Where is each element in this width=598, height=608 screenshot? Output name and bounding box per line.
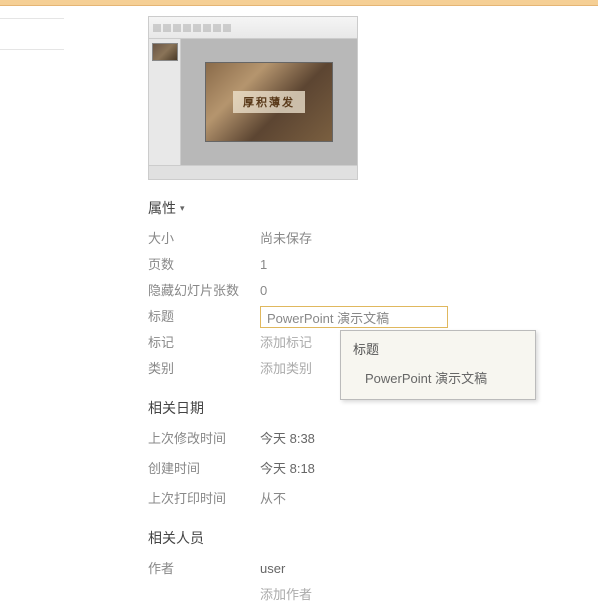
properties-panel: 厚积薄发 属性 ▾ 大小 尚未保存 页数 1 隐藏幻灯片张数 0 标题 标记 添… <box>0 6 598 608</box>
author-value: user <box>260 556 285 582</box>
created-value: 今天 8:18 <box>260 456 315 482</box>
related-dates-section-header: 相关日期 <box>148 398 598 418</box>
size-label: 大小 <box>148 226 260 252</box>
pages-label: 页数 <box>148 252 260 278</box>
thumbnail-slide-text: 厚积薄发 <box>233 91 305 113</box>
related-people-section-header: 相关人员 <box>148 528 598 548</box>
modified-label: 上次修改时间 <box>148 426 260 452</box>
chevron-down-icon: ▾ <box>180 203 185 214</box>
title-input[interactable] <box>260 306 448 328</box>
left-nav-separator <box>0 18 64 80</box>
size-value: 尚未保存 <box>260 226 312 252</box>
category-label: 类别 <box>148 356 260 382</box>
title-tooltip: 标题 PowerPoint 演示文稿 <box>340 330 536 400</box>
tooltip-title-label: 标题 <box>353 339 523 358</box>
thumbnail-slide-area: 厚积薄发 <box>181 39 357 165</box>
author-label: 作者 <box>148 556 260 582</box>
properties-section-header[interactable]: 属性 ▾ <box>148 198 598 218</box>
add-author-placeholder[interactable]: 添加作者 <box>260 582 312 608</box>
document-thumbnail[interactable]: 厚积薄发 <box>148 16 358 180</box>
modified-value: 今天 8:38 <box>260 426 315 452</box>
title-label: 标题 <box>148 304 260 330</box>
thumbnail-status-bar <box>149 165 357 179</box>
properties-header-label: 属性 <box>148 198 176 218</box>
thumbnail-slides-pane <box>149 39 181 165</box>
related-dates-header-label: 相关日期 <box>148 398 204 418</box>
tooltip-value: PowerPoint 演示文稿 <box>353 368 523 387</box>
tags-placeholder[interactable]: 添加标记 <box>260 330 312 356</box>
tags-label: 标记 <box>148 330 260 356</box>
printed-label: 上次打印时间 <box>148 486 260 512</box>
printed-value: 从不 <box>260 486 286 512</box>
pages-value: 1 <box>260 252 267 278</box>
related-people-header-label: 相关人员 <box>148 528 204 548</box>
hidden-slides-label: 隐藏幻灯片张数 <box>148 278 260 304</box>
hidden-slides-value: 0 <box>260 278 267 304</box>
category-placeholder[interactable]: 添加类别 <box>260 356 312 382</box>
thumbnail-ribbon <box>149 17 357 39</box>
created-label: 创建时间 <box>148 456 260 482</box>
